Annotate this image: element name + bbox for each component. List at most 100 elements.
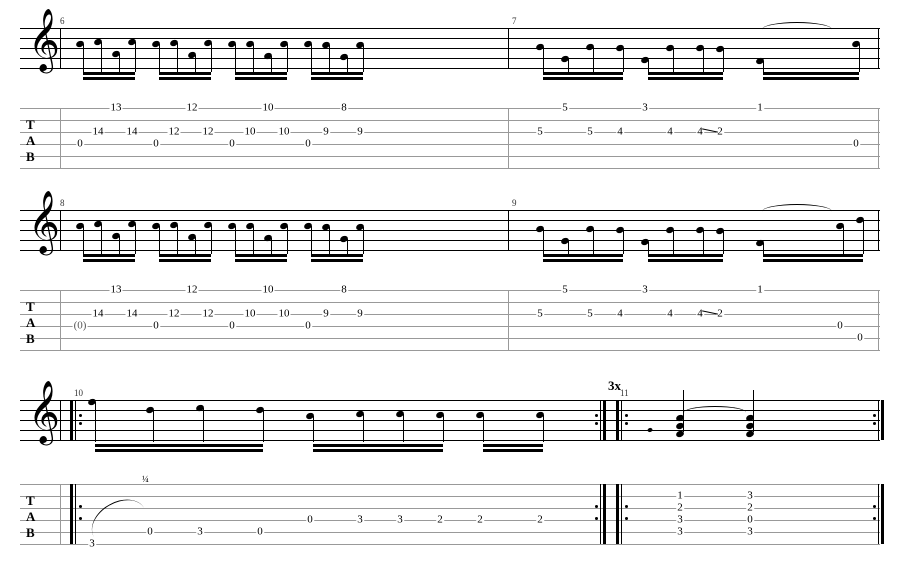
tab-fret-number: 5 <box>586 127 594 138</box>
tab-fret-number: 2 <box>746 503 754 514</box>
beam-icon <box>763 77 859 80</box>
quarter-bend-mark: ¼ <box>142 474 149 484</box>
tab-label-letter: B <box>26 332 35 345</box>
note-stem <box>135 224 136 254</box>
tie-icon <box>762 204 832 219</box>
beam-icon <box>648 254 723 257</box>
tab-fret-number: 8 <box>340 103 348 114</box>
beam-icon <box>83 259 135 262</box>
measure-number: 11 <box>620 388 629 398</box>
barline <box>878 28 879 68</box>
tab-fret-number: 12 <box>202 127 215 138</box>
note-stem <box>568 59 569 72</box>
tab-fret-number: 4 <box>666 309 674 320</box>
tab-fret-number: 5 <box>561 103 569 114</box>
measure-number: 7 <box>512 16 517 26</box>
tab-fret-number: 12 <box>168 309 181 320</box>
repeat-count: 3x <box>608 378 621 394</box>
tab-fret-number: 0 <box>852 139 860 150</box>
tab-fret-number: 14 <box>126 309 139 320</box>
note-stem <box>673 230 674 254</box>
tab-label-letter: A <box>26 510 35 523</box>
barline <box>508 210 509 250</box>
note-stem <box>271 56 272 72</box>
barline-tab <box>60 108 61 168</box>
note-stem <box>119 236 120 254</box>
barline-tab <box>878 290 879 350</box>
tie-icon <box>762 22 832 37</box>
note-stem <box>287 44 288 72</box>
tab-fret-number: 10 <box>244 127 257 138</box>
tab-fret-number: 14 <box>92 127 105 138</box>
system-1: 𝄞TAB670141314012121201010100989555434421… <box>20 8 880 188</box>
note-stem <box>347 239 348 254</box>
note-stem <box>623 230 624 254</box>
tab-fret-number: 0 <box>304 321 312 332</box>
beam-icon <box>313 444 443 447</box>
tablature-staff <box>20 108 880 168</box>
note-stem <box>101 42 102 72</box>
note-stem <box>723 49 724 72</box>
tab-fret-number: 5 <box>536 127 544 138</box>
barline <box>60 28 61 68</box>
beam-icon <box>648 72 723 75</box>
tab-fret-number: 14 <box>126 127 139 138</box>
note-stem <box>177 43 178 72</box>
note-stem <box>95 402 96 442</box>
note-stem <box>177 225 178 254</box>
system-3: 𝄞TAB10113x¼123332033030033222 <box>20 374 880 554</box>
barline <box>878 210 879 250</box>
note-stem <box>211 225 212 254</box>
tab-fret-number: 12 <box>168 127 181 138</box>
note-stem <box>153 410 154 442</box>
note-stem <box>753 390 754 432</box>
tab-fret-number: 12 <box>202 309 215 320</box>
beam-icon <box>95 449 263 452</box>
note-stem <box>623 48 624 72</box>
note-stem <box>648 60 649 72</box>
tab-fret-number: 0 <box>304 139 312 150</box>
note-stem <box>235 226 236 254</box>
treble-clef-icon: 𝄞 <box>28 392 60 432</box>
barline-tab <box>60 484 61 544</box>
tab-fret-number: 1 <box>756 103 764 114</box>
note-stem <box>263 410 264 442</box>
beam-icon <box>763 254 863 257</box>
tab-fret-number: 0 <box>146 527 154 538</box>
beam-icon <box>763 259 863 262</box>
beam-icon <box>311 254 363 257</box>
tab-fret-number: 9 <box>322 127 330 138</box>
beam-icon <box>648 259 723 262</box>
beam-icon <box>763 72 859 75</box>
note-stem <box>195 55 196 72</box>
note-stem <box>543 47 544 72</box>
note-stem <box>543 229 544 254</box>
tab-label-letter: T <box>26 300 35 313</box>
note-stem <box>443 415 444 442</box>
barline-tab <box>60 290 61 350</box>
note-stem <box>593 47 594 72</box>
barline <box>60 210 61 250</box>
tab-fret-number: 3 <box>641 103 649 114</box>
beam-icon <box>235 254 287 257</box>
note-stem <box>159 226 160 254</box>
tab-fret-number: 10 <box>278 309 291 320</box>
beam-icon <box>543 72 623 75</box>
tab-fret-number: 0 <box>76 139 84 150</box>
note-stem <box>363 227 364 254</box>
tab-fret-number: 2 <box>436 515 444 526</box>
beam-icon <box>543 77 623 80</box>
note-stem <box>203 408 204 442</box>
tab-fret-number: 0 <box>306 515 314 526</box>
beam-icon <box>159 259 211 262</box>
guitar-tab-page: 𝄞TAB670141314012121201010100989555434421… <box>0 0 900 586</box>
tab-fret-number: 3 <box>196 527 204 538</box>
barline <box>60 400 61 440</box>
tab-label-letter: A <box>26 316 35 329</box>
beam-icon <box>83 72 135 75</box>
tab-fret-number: 0 <box>746 515 754 526</box>
tab-fret-number: 10 <box>278 127 291 138</box>
measure-number: 8 <box>60 198 65 208</box>
tab-fret-number: 0 <box>856 333 864 344</box>
measure-number: 6 <box>60 16 65 26</box>
